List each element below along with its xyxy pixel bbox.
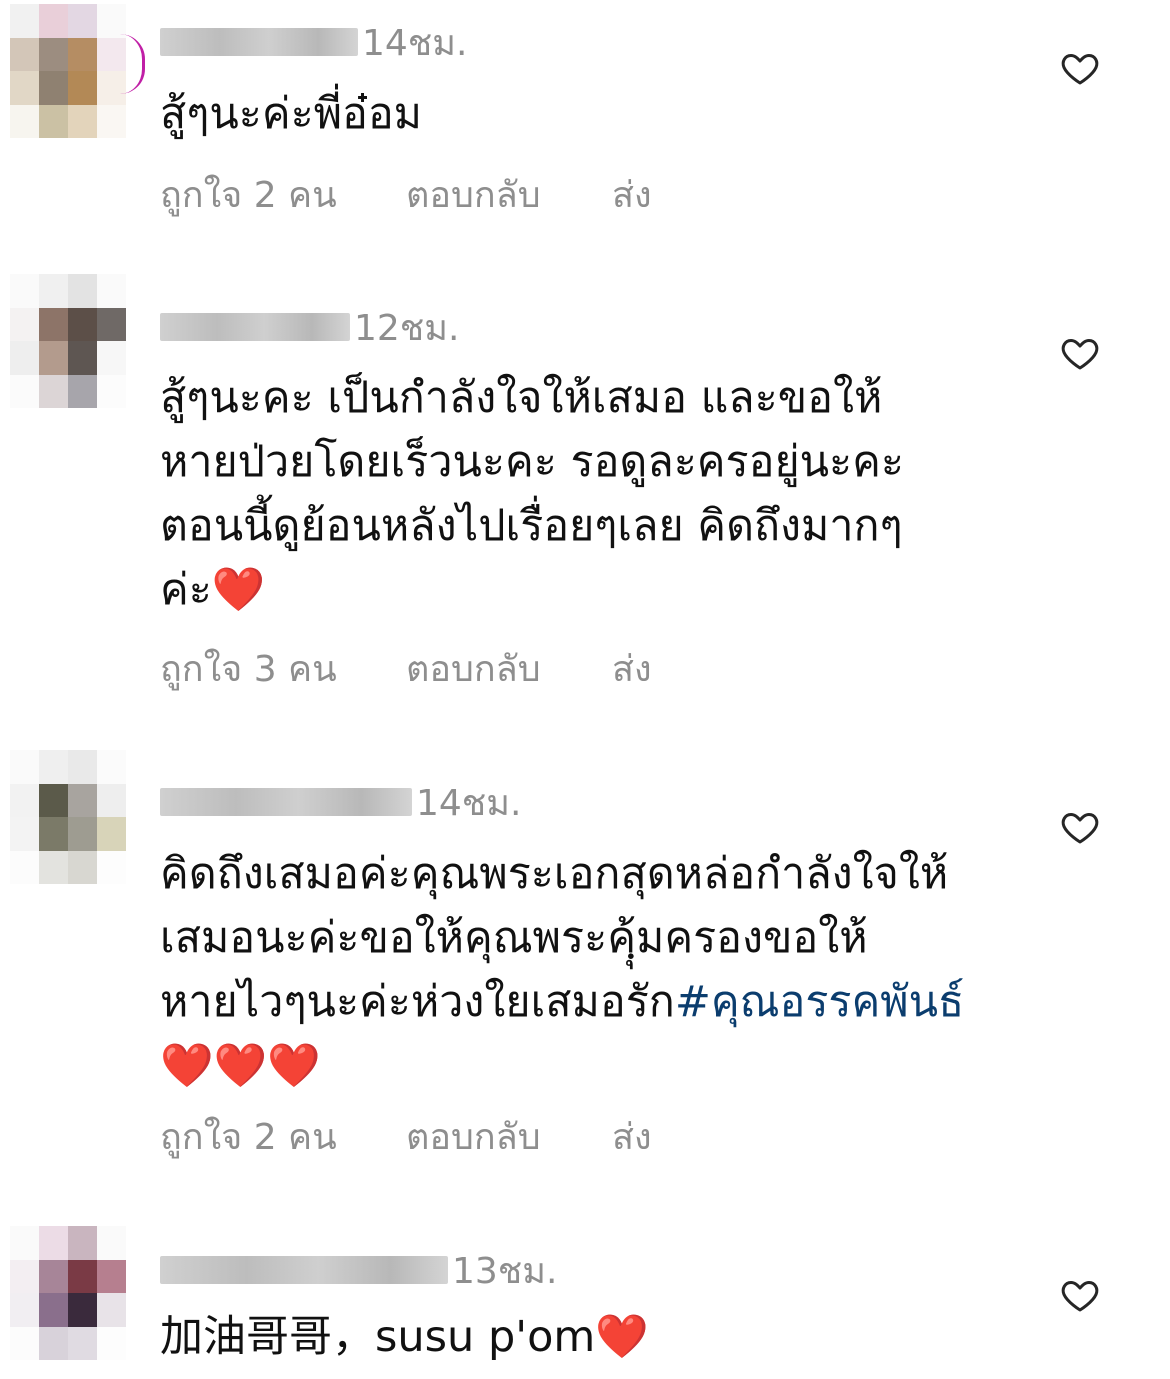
comment-actions: ถูกใจ 3 คน ตอบกลับ ส่ง: [160, 640, 652, 697]
comment-time: 12ชม.: [354, 307, 460, 349]
send-button[interactable]: ส่ง: [612, 166, 652, 223]
comment-text: สู้ๆนะค่ะพี่อ๋อม: [160, 89, 423, 139]
username-blurred[interactable]: [160, 28, 358, 56]
reply-button[interactable]: ตอบกลับ: [406, 166, 612, 223]
emoji-line: ❤️❤️❤️: [160, 1041, 321, 1091]
reply-button[interactable]: ตอบกลับ: [406, 1108, 612, 1165]
reply-button[interactable]: ตอบกลับ: [406, 640, 612, 697]
comment-time: 13ชม.: [452, 1250, 558, 1292]
comment-header: 12ชม.: [160, 305, 459, 349]
heart-outline-icon: [1061, 339, 1099, 370]
username-blurred[interactable]: [160, 788, 412, 816]
send-button[interactable]: ส่ง: [612, 640, 652, 697]
comment-text: สู้ๆนะคะ เป็นกำลังใจให้เสมอ และขอให้ หาย…: [160, 373, 905, 615]
comment-header: 14ชม.: [160, 780, 521, 824]
hashtag-link[interactable]: #คุณอรรคพันธ์: [675, 977, 964, 1027]
comment-text: คิดถึงเสมอค่ะคุณพระเอกสุดหล่อกำลังใจให้ …: [160, 842, 1020, 1098]
username-blurred[interactable]: [160, 1256, 448, 1284]
comment-header: 14ชม.: [160, 20, 467, 64]
likes-count[interactable]: ถูกใจ 2 คน: [160, 166, 406, 223]
username-blurred[interactable]: [160, 313, 350, 341]
comment-time: 14ชม.: [362, 22, 468, 64]
story-ring: [120, 34, 145, 94]
avatar[interactable]: [10, 4, 145, 138]
avatar[interactable]: [10, 274, 126, 408]
like-button[interactable]: [1060, 1275, 1100, 1315]
like-button[interactable]: [1060, 333, 1100, 373]
comment-header: 13ชม.: [160, 1248, 557, 1292]
avatar[interactable]: [10, 750, 126, 884]
avatar[interactable]: [10, 1226, 126, 1360]
likes-count[interactable]: ถูกใจ 2 คน: [160, 1108, 406, 1165]
heart-outline-icon: [1061, 1281, 1099, 1312]
comment-actions: ถูกใจ 2 คน ตอบกลับ ส่ง: [160, 1108, 652, 1165]
comment-text: 加油哥哥，susu p'om❤️: [160, 1312, 649, 1362]
send-button[interactable]: ส่ง: [612, 1108, 652, 1165]
comment-actions: ถูกใจ 2 คน ตอบกลับ ส่ง: [160, 166, 652, 223]
heart-outline-icon: [1061, 54, 1099, 85]
likes-count[interactable]: ถูกใจ 3 คน: [160, 640, 406, 697]
heart-outline-icon: [1061, 813, 1099, 844]
like-button[interactable]: [1060, 48, 1100, 88]
comment-time: 14ชม.: [416, 782, 522, 824]
like-button[interactable]: [1060, 807, 1100, 847]
